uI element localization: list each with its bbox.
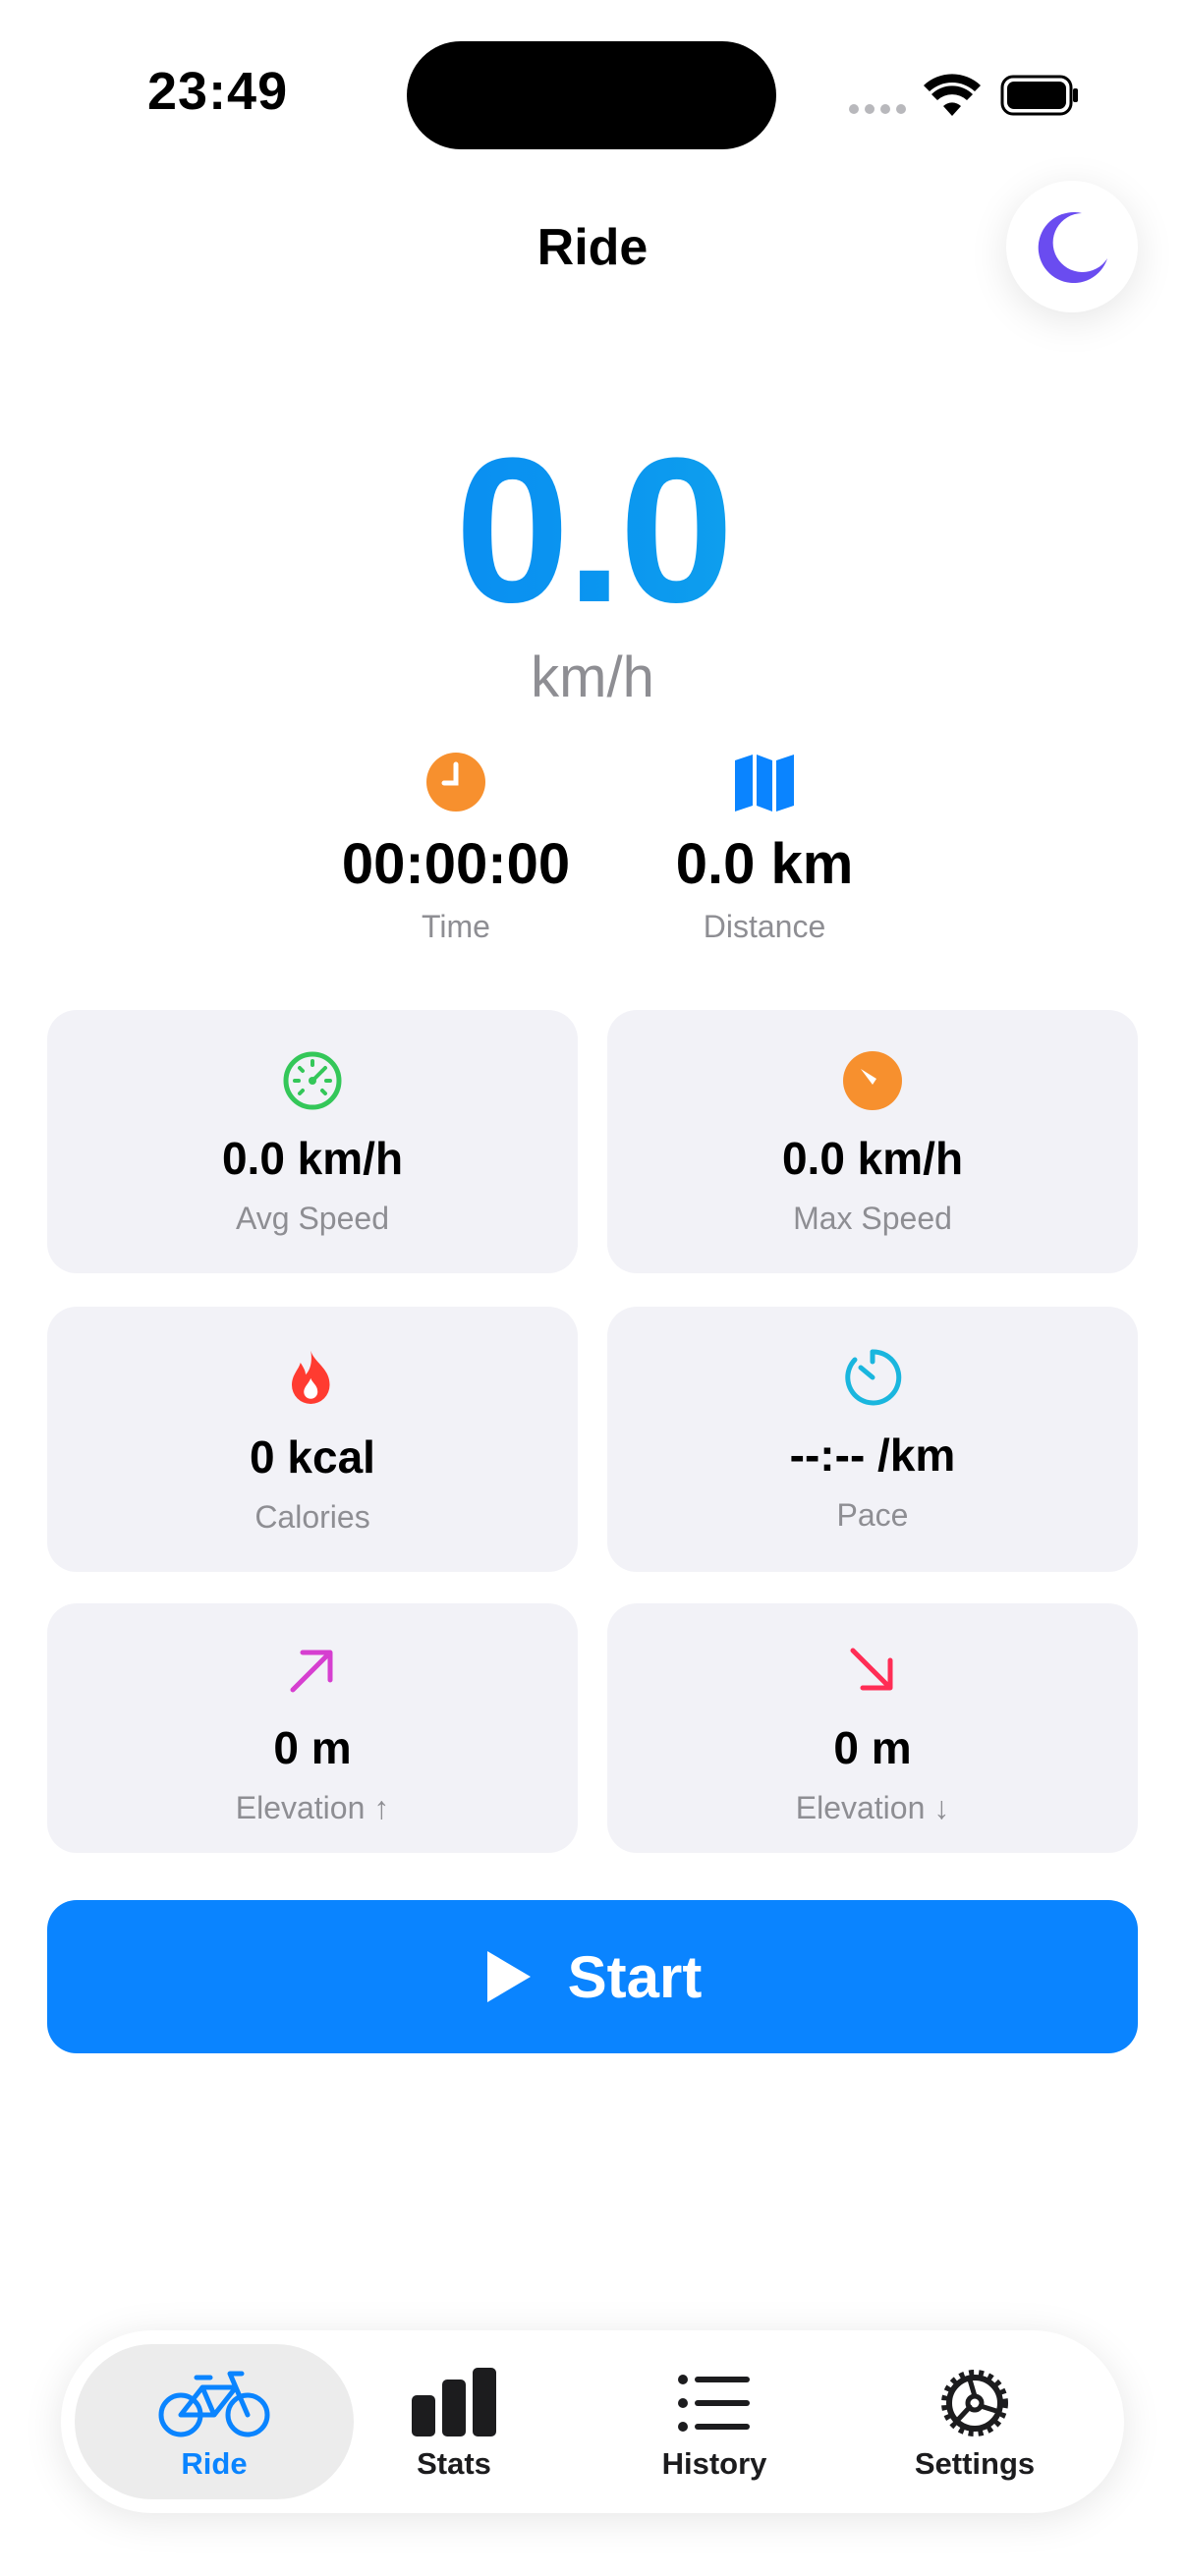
theme-toggle-button[interactable] [1006,181,1138,312]
elevation-up-value: 0 m [273,1722,352,1773]
flame-icon [292,1350,330,1404]
play-icon [486,1951,531,2002]
pace-card: --:-- /km Pace [607,1307,1138,1572]
gauge-icon [843,1051,902,1110]
speed-unit: km/h [531,645,654,709]
moon-icon [1038,212,1107,284]
tab-ride-label: Ride [181,2446,248,2481]
tab-stats-label: Stats [417,2446,491,2481]
max-speed-label: Max Speed [793,1201,952,1236]
start-button[interactable]: Start [47,1900,1138,2053]
calories-label: Calories [254,1499,370,1535]
tab-history[interactable]: History [592,2344,837,2499]
speedometer-icon [283,1051,342,1110]
current-speed: 0.0 [0,422,1185,639]
status-time: 23:49 [147,62,289,121]
avg-speed-card: 0.0 km/h Avg Speed [47,1010,578,1273]
time-stat: 00:00:00 Time [299,751,613,945]
distance-label: Distance [703,909,826,944]
calories-value: 0 kcal [250,1431,375,1483]
gear-icon [941,2370,1008,2436]
elevation-up-card: 0 m Elevation ↑ [47,1603,578,1853]
wifi-icon [924,74,981,116]
elevation-down-card: 0 m Elevation ↓ [607,1603,1138,1853]
tab-settings-label: Settings [914,2446,1036,2481]
tab-stats[interactable]: Stats [336,2344,572,2499]
arrow-up-right-icon [290,1650,333,1693]
pace-label: Pace [836,1497,909,1533]
dynamic-island [407,41,776,149]
start-button-label: Start [567,1943,703,2010]
avg-speed-value: 0.0 km/h [221,1133,404,1184]
tab-settings[interactable]: Settings [847,2344,1102,2499]
pace-value: --:-- /km [789,1429,956,1481]
bar-chart-icon [412,2368,496,2436]
tab-bar: Ride Stats History Settings [61,2330,1124,2513]
tab-ride[interactable]: Ride [75,2344,354,2499]
clock-icon [426,753,485,812]
calories-card: 0 kcal Calories [47,1307,578,1572]
max-speed-card: 0.0 km/h Max Speed [607,1010,1138,1273]
avg-speed-label: Avg Speed [236,1201,389,1236]
elevation-up-label: Elevation ↑ [235,1790,390,1825]
max-speed-value: 0.0 km/h [781,1133,964,1184]
elevation-down-label: Elevation ↓ [795,1790,950,1825]
distance-value: 0.0 km [675,832,854,896]
time-label: Time [422,909,490,944]
tab-history-label: History [661,2446,767,2481]
time-value: 00:00:00 [341,832,571,896]
elevation-down-value: 0 m [833,1722,912,1773]
map-icon [735,755,794,812]
battery-icon [1000,75,1078,116]
timer-icon [845,1349,902,1406]
list-icon [678,2375,750,2432]
bicycle-icon [158,2371,270,2437]
distance-stat: 0.0 km Distance [607,751,922,945]
cellular-signal-icon [849,104,908,118]
arrow-down-right-icon [850,1648,893,1691]
